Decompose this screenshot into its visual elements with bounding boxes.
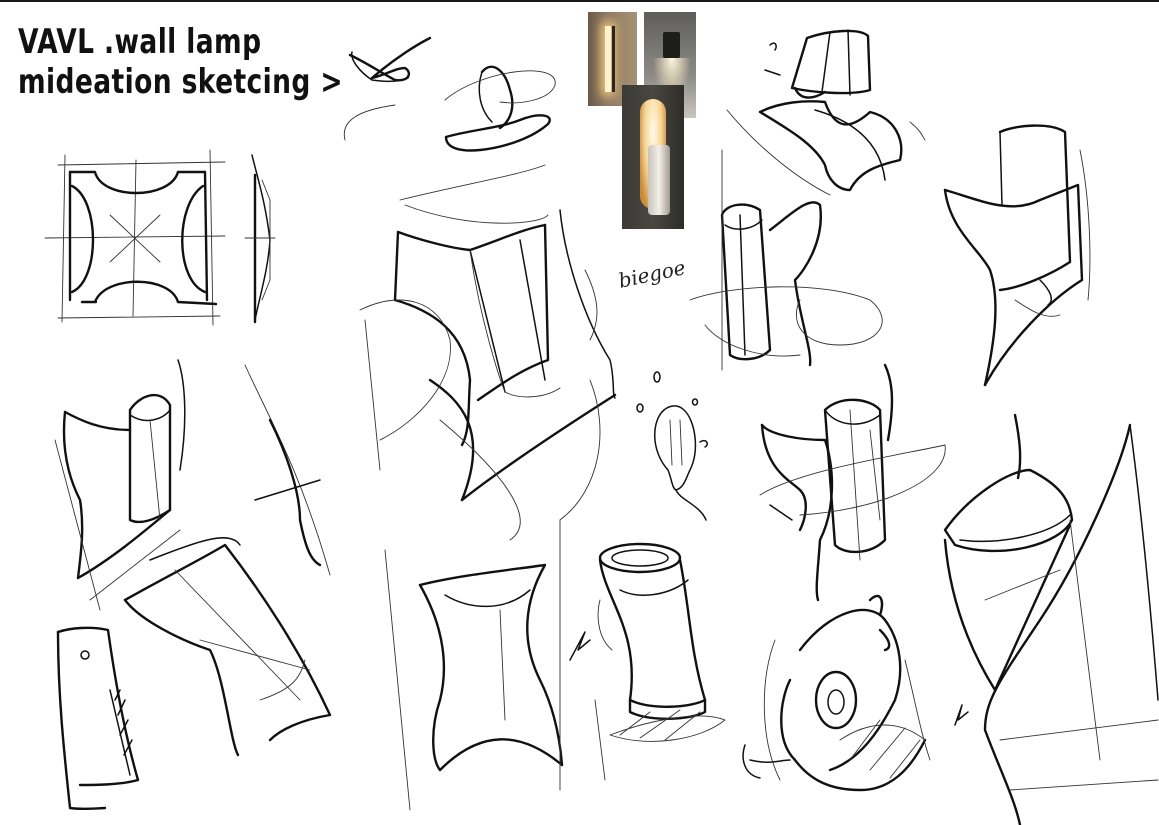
sketch-square-front-view	[44, 149, 276, 326]
sketch-shade-cube	[726, 29, 926, 196]
sketch-angled-lamp-large	[359, 164, 617, 541]
sketch-sheet: VAVL .wall lamp mideation sketcing > bie…	[0, 0, 1159, 825]
sketch-bulb-idea	[636, 371, 708, 521]
sketch-drawings	[44, 29, 1159, 825]
sketch-hourglass-lamp	[597, 542, 726, 742]
sketch-bottom-left-lamp	[56, 537, 332, 811]
sketch-left-lamp	[54, 359, 331, 611]
sketch-twisted-lamp	[759, 363, 946, 602]
sketch-top-right-lamp	[943, 124, 1091, 387]
sketch-concave-lamp	[384, 519, 606, 811]
sketch-creature-doodle	[742, 594, 969, 792]
sketch-scribble-wing	[343, 36, 556, 152]
sketch-large-wedge-lamp	[943, 413, 1159, 825]
